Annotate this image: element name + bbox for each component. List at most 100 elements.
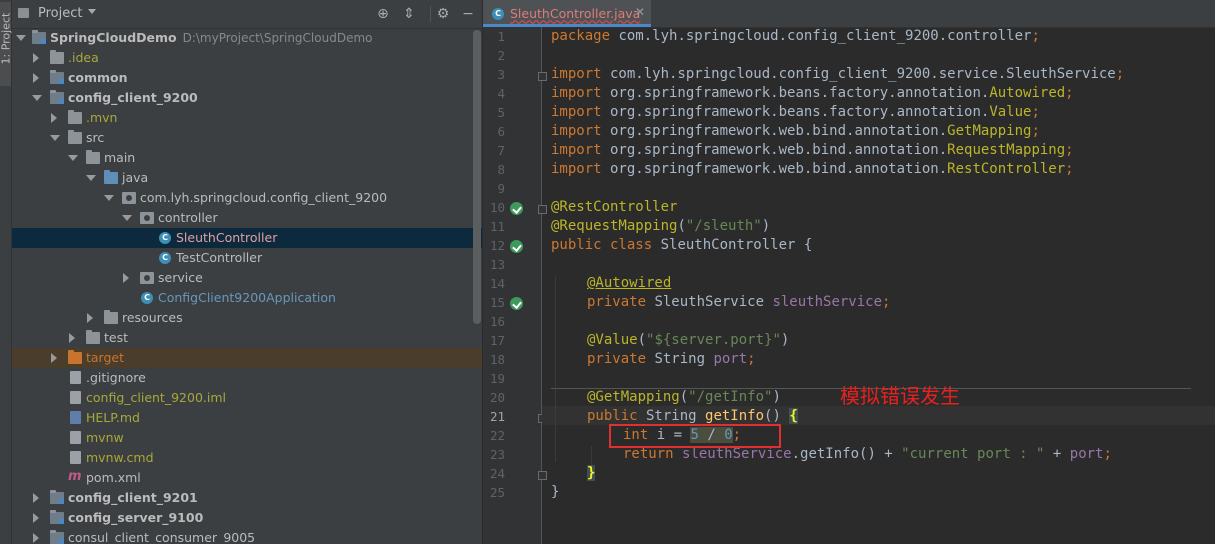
folder-icon xyxy=(86,150,100,164)
code-line-5: import org.springframework.beans.factory… xyxy=(551,104,1040,120)
line-number: 11 xyxy=(489,219,505,234)
line-number: 25 xyxy=(489,485,505,500)
tree-item-label: mvnw.cmd xyxy=(86,450,154,465)
tree-item-mvn[interactable]: .mvn xyxy=(12,108,482,128)
tree-item-label: TestController xyxy=(176,250,263,265)
fold-marker-icon[interactable] xyxy=(538,72,547,81)
tree-item-idea[interactable]: .idea xyxy=(12,48,482,68)
expand-arrow-icon[interactable] xyxy=(86,175,96,181)
code-line-7: import org.springframework.web.bind.anno… xyxy=(551,142,1074,158)
folder-icon xyxy=(68,130,82,144)
code-line-6: import org.springframework.web.bind.anno… xyxy=(551,123,1040,139)
tree-item-config-server-9100[interactable]: config_server_9100 xyxy=(12,508,482,528)
tree-item-package[interactable]: com.lyh.springcloud.config_client_9200 xyxy=(12,188,482,208)
line-number: 18 xyxy=(489,352,505,367)
line-number: 17 xyxy=(489,333,505,348)
tree-item-mvnw-cmd[interactable]: mvnw.cmd xyxy=(12,448,482,468)
tree-item-label: config_server_9100 xyxy=(68,510,204,525)
spring-autowired-icon[interactable] xyxy=(510,297,523,310)
collapse-all-icon[interactable]: ⇕ xyxy=(400,5,418,23)
fold-marker-icon[interactable] xyxy=(538,471,547,480)
spring-bean-icon[interactable] xyxy=(510,240,523,253)
tree-item-help-md[interactable]: HELP.md xyxy=(12,408,482,428)
resources-folder-icon xyxy=(104,310,118,324)
expand-arrow-icon[interactable] xyxy=(33,73,39,83)
line-number: 9 xyxy=(497,181,505,196)
line-number: 4 xyxy=(497,86,505,101)
code-line-17: @Value("${server.port}") xyxy=(587,332,790,348)
line-number: 10 xyxy=(489,200,505,215)
project-path: D:\myProject\SpringCloudDemo xyxy=(182,31,373,45)
tree-item-sleuthcontroller[interactable]: C SleuthController xyxy=(12,228,482,248)
tree-item-target[interactable]: target xyxy=(12,348,482,368)
expand-arrow-icon[interactable] xyxy=(69,333,75,343)
tree-item-gitignore[interactable]: .gitignore xyxy=(12,368,482,388)
locate-target-icon[interactable]: ⊕ xyxy=(374,5,392,23)
spring-bean-icon[interactable] xyxy=(510,202,523,215)
close-icon[interactable]: ✕ xyxy=(635,5,645,19)
expand-arrow-icon[interactable] xyxy=(51,113,57,123)
expand-arrow-icon[interactable] xyxy=(33,53,39,63)
line-number: 8 xyxy=(497,162,505,177)
code-line-18: private String port; xyxy=(587,351,756,367)
gear-icon[interactable]: ⚙ xyxy=(434,5,452,23)
tree-item-config-client-9201[interactable]: config_client_9201 xyxy=(12,488,482,508)
expand-arrow-icon[interactable] xyxy=(122,215,132,221)
line-number: 23 xyxy=(489,447,505,462)
expand-arrow-icon[interactable] xyxy=(104,195,114,201)
source-folder-icon xyxy=(104,170,118,184)
chevron-down-icon[interactable] xyxy=(88,9,96,14)
tree-item-service[interactable]: service xyxy=(12,268,482,288)
expand-arrow-icon[interactable] xyxy=(50,135,60,141)
module-file-icon xyxy=(70,391,81,404)
project-tool-tab[interactable]: 1: Project xyxy=(0,2,13,86)
tree-item-test[interactable]: test xyxy=(12,328,482,348)
project-view-selector[interactable]: Project xyxy=(38,6,82,21)
fold-marker-icon[interactable] xyxy=(538,205,547,214)
tree-item-application[interactable]: C ConfigClient9200Application xyxy=(12,288,482,308)
expand-arrow-icon[interactable] xyxy=(33,493,39,503)
tree-item-common[interactable]: common xyxy=(12,68,482,88)
java-class-icon: C xyxy=(159,252,171,264)
tree-item-java[interactable]: java xyxy=(12,168,482,188)
line-number: 2 xyxy=(497,48,505,63)
folder-icon xyxy=(86,330,100,344)
code-line-14: @Autowired xyxy=(587,275,672,291)
tree-item-consul-client-consumer-9005[interactable]: consul_client_consumer_9005 xyxy=(12,528,482,544)
line-number: 1 xyxy=(497,29,505,44)
line-number: 24 xyxy=(489,466,505,481)
tree-item-src[interactable]: src xyxy=(12,128,482,148)
tree-item-pom-xml[interactable]: m pom.xml xyxy=(12,468,482,488)
script-file-icon xyxy=(70,431,81,444)
editor-tab-sleuthcontroller[interactable]: C SleuthController.java ✕ xyxy=(483,0,651,27)
tree-item-controller[interactable]: controller xyxy=(12,208,482,228)
tree-item-label: controller xyxy=(158,210,218,225)
expand-arrow-icon[interactable] xyxy=(123,273,129,283)
tree-item-main[interactable]: main xyxy=(12,148,482,168)
expand-arrow-icon[interactable] xyxy=(16,35,26,41)
hide-panel-icon[interactable]: − xyxy=(459,5,477,23)
tree-item-label: mvnw xyxy=(86,430,124,445)
tree-item-label: pom.xml xyxy=(86,470,141,485)
tree-item-iml[interactable]: config_client_9200.iml xyxy=(12,388,482,408)
tree-item-testcontroller[interactable]: C TestController xyxy=(12,248,482,268)
tree-item-config-client-9200[interactable]: config_client_9200 xyxy=(12,88,482,108)
tree-item-label: SpringCloudDemo xyxy=(50,30,177,45)
code-line-8: import org.springframework.web.bind.anno… xyxy=(551,161,1074,177)
tree-item-springclouddemo[interactable]: SpringCloudDemo D:\myProject\SpringCloudD… xyxy=(12,28,482,48)
expand-arrow-icon[interactable] xyxy=(51,353,57,363)
tree-item-resources[interactable]: resources xyxy=(12,308,482,328)
expand-arrow-icon[interactable] xyxy=(32,95,42,101)
expand-arrow-icon[interactable] xyxy=(33,533,39,543)
project-tree-scrollbar[interactable] xyxy=(473,30,481,324)
line-number: 5 xyxy=(497,105,505,120)
file-icon xyxy=(70,371,81,384)
expand-arrow-icon[interactable] xyxy=(68,155,78,161)
editor-gutter[interactable]: 1 2 3 4 5 6 7 8 9 10 11 12 13 14 15 16 1… xyxy=(483,27,547,544)
expand-arrow-icon[interactable] xyxy=(33,513,39,523)
maven-icon: m xyxy=(68,469,82,484)
tree-item-label: target xyxy=(86,350,125,365)
line-number: 14 xyxy=(489,276,505,291)
tree-item-mvnw[interactable]: mvnw xyxy=(12,428,482,448)
expand-arrow-icon[interactable] xyxy=(87,313,93,323)
